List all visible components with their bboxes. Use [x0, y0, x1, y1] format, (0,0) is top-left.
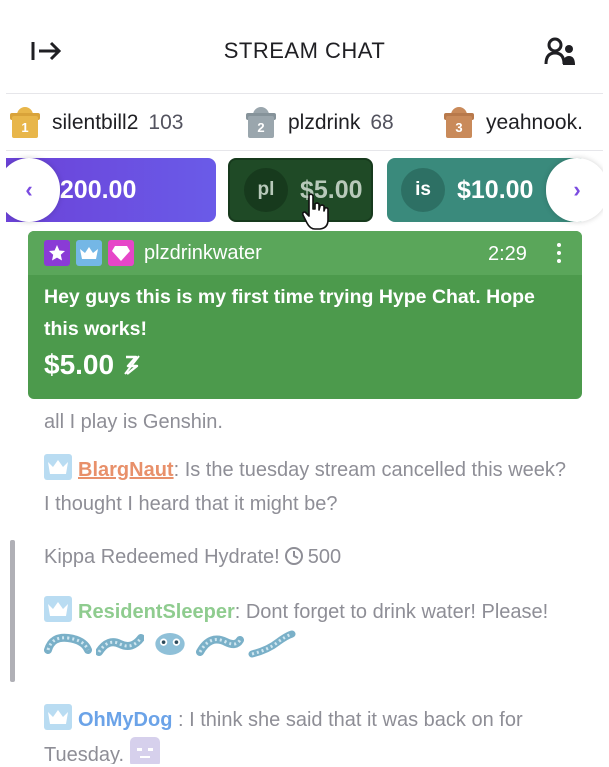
- chat-message: all I play is Genshin.: [44, 405, 574, 439]
- hype-chat-username[interactable]: plzdrinkwater: [144, 242, 262, 265]
- pill-amount: $10.00: [457, 175, 534, 204]
- leaderboard-count: 68: [370, 111, 394, 134]
- chevron-left-icon: ‹: [25, 177, 33, 202]
- subscriber-badge-icon: [44, 596, 72, 622]
- hype-chat-amount-row: $5.00: [28, 345, 582, 385]
- hype-chat-message: Hey guys this is my first time trying Hy…: [44, 286, 535, 340]
- chat-username[interactable]: ResidentSleeper: [78, 601, 235, 623]
- redemption-points: 500: [307, 546, 342, 568]
- leaderboard-name: plzdrink: [288, 111, 361, 134]
- leaderboard-name: yeahnook.: [486, 111, 583, 134]
- stream-chat-panel: STREAM CHAT 1 silentbill2 103 2 plzdrink…: [6, 4, 603, 764]
- leaderboard-count: 103: [148, 111, 184, 134]
- tentacle-emote-icon: [96, 634, 144, 656]
- hype-chat-header: plzdrinkwater 2:29: [28, 231, 582, 275]
- chat-message: BlargNaut: Is the tuesday stream cancell…: [44, 453, 574, 521]
- gem-badge-icon: [108, 240, 134, 266]
- chat-log: all I play is Genshin. BlargNaut: Is the…: [6, 399, 603, 764]
- subscriber-badge-icon: [44, 704, 72, 730]
- chat-username[interactable]: BlargNaut: [78, 459, 174, 481]
- gift-leaderboard: 1 silentbill2 103 2 plzdrink 68 3 yeahno…: [6, 95, 603, 151]
- chat-header: STREAM CHAT: [6, 4, 603, 94]
- tentacle-emote-icon: [44, 633, 92, 654]
- leaderboard-item[interactable]: 1 silentbill2 103: [10, 105, 183, 141]
- hype-chat-amount: $5.00: [44, 349, 115, 380]
- chevron-right-icon: ›: [573, 177, 581, 202]
- redemption-text: Kippa Redeemed Hydrate!: [44, 546, 280, 568]
- hype-chat-time: 2:29: [488, 243, 527, 265]
- squid-face-emote-icon: [155, 633, 185, 655]
- leaderboard-item[interactable]: 3 yeahnook.: [444, 105, 593, 141]
- users-icon[interactable]: [544, 36, 580, 68]
- message-text: : Dont forget to drink water! Please!: [234, 601, 549, 623]
- crown-badge-icon: [76, 240, 102, 266]
- leaderboard-item[interactable]: 2 plzdrink 68: [246, 105, 394, 141]
- tentacle-emote-icon: [248, 630, 296, 658]
- carousel-next-button[interactable]: ›: [546, 158, 603, 222]
- square-face-emote-icon: [130, 737, 161, 764]
- star-badge-icon: [44, 240, 70, 266]
- gift-icon: 1: [10, 107, 40, 139]
- chat-message: ResidentSleeper: Dont forget to drink wa…: [44, 595, 574, 663]
- pill-avatar: pl: [244, 168, 288, 212]
- more-options-icon[interactable]: [554, 241, 564, 267]
- pill-avatar: is: [401, 168, 445, 212]
- chat-username[interactable]: OhMyDog: [78, 709, 172, 731]
- chat-message: OhMyDog : I think she said that it was b…: [44, 703, 574, 764]
- hype-chat-icon: [124, 355, 140, 375]
- pinned-hype-chat[interactable]: plzdrinkwater 2:29 Hey guys this is my f…: [28, 231, 582, 399]
- chat-title: STREAM CHAT: [223, 38, 386, 63]
- redemption-notice: Kippa Redeemed Hydrate! 500: [44, 540, 574, 574]
- subscriber-badge-icon: [44, 454, 72, 480]
- message-text: all I play is Genshin.: [44, 411, 223, 433]
- leaderboard-name: silentbill2: [52, 111, 139, 134]
- gift-icon: 2: [246, 107, 276, 139]
- tentacle-emote-icon: [196, 635, 244, 656]
- channel-points-icon: [284, 547, 303, 565]
- hand-cursor-icon: [301, 193, 329, 230]
- gift-icon: 3: [444, 107, 474, 139]
